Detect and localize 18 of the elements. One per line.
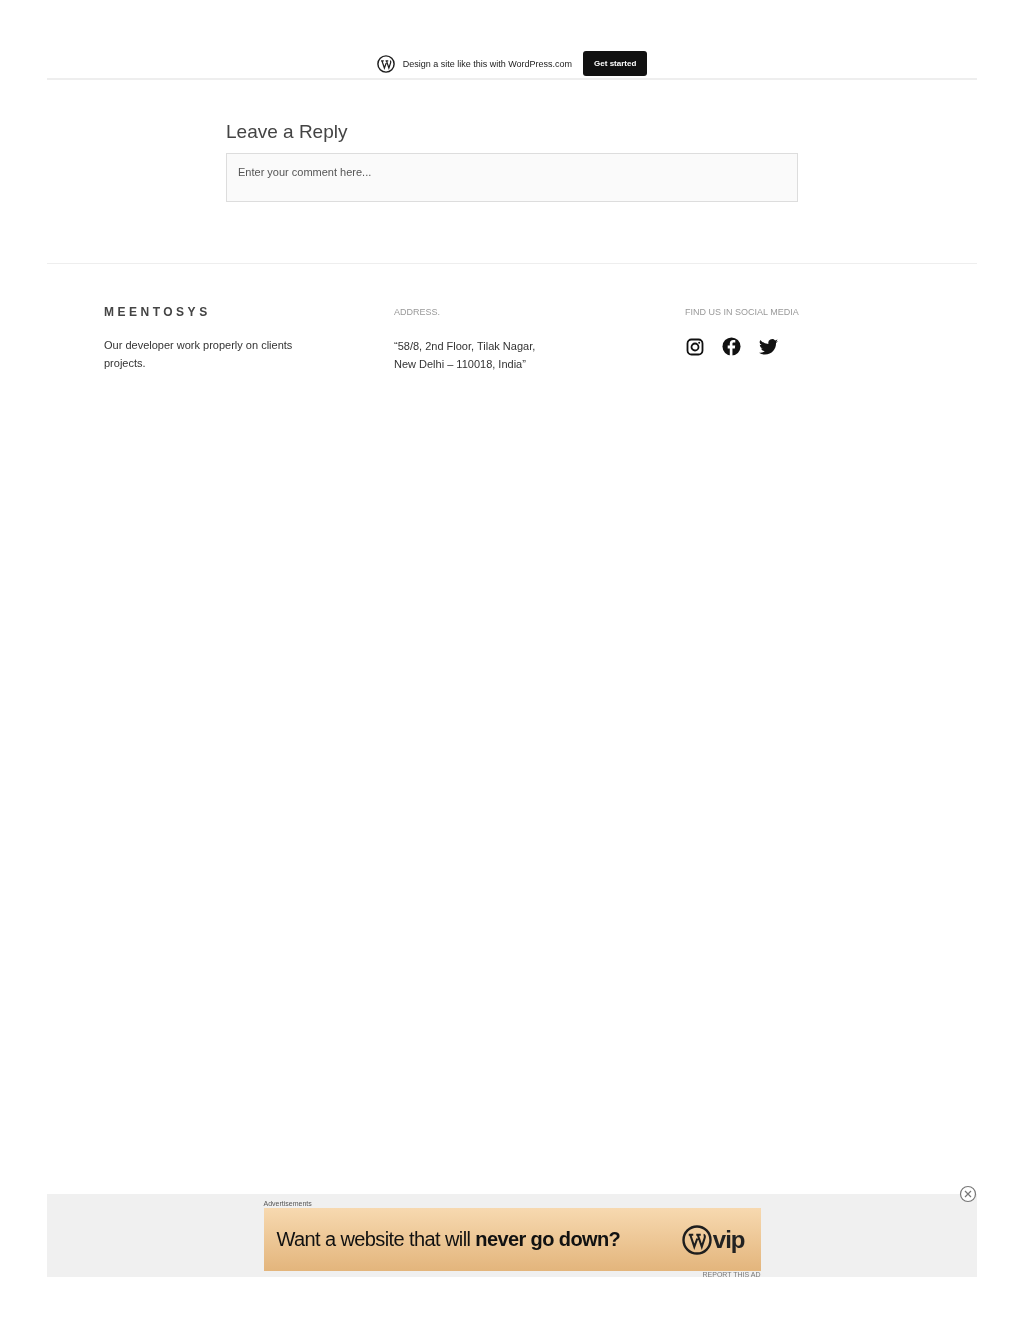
address-heading: ADDRESS. <box>394 307 441 317</box>
wordpress-logo-icon <box>681 1224 712 1255</box>
site-title: MEENTOSYS <box>104 305 212 319</box>
close-icon[interactable] <box>959 1185 977 1203</box>
site-tagline: Our developer work properly on clients projects. <box>104 338 294 371</box>
social-heading: FIND US IN SOCIAL MEDIA <box>685 307 800 317</box>
banner-text: Design a site like this with WordPress.com <box>402 58 573 69</box>
section-title: Leave a Reply <box>226 121 349 143</box>
address-line: “58/8, 2nd Floor, Tilak Nagar, <box>394 339 537 354</box>
twitter-icon[interactable] <box>759 338 778 355</box>
comment-field[interactable]: Enter your comment here... <box>226 153 798 202</box>
facebook-icon[interactable] <box>722 337 741 356</box>
instagram-icon[interactable] <box>686 337 704 356</box>
wordpress-logo-icon <box>376 54 395 73</box>
get-started-button[interactable]: Get started <box>583 51 648 76</box>
ad-banner[interactable]: Want a website that will never go down? vip <box>263 1208 761 1271</box>
address-line: New Delhi – 110018, India” <box>394 357 527 372</box>
vip-logo-text: vip <box>712 1225 745 1254</box>
